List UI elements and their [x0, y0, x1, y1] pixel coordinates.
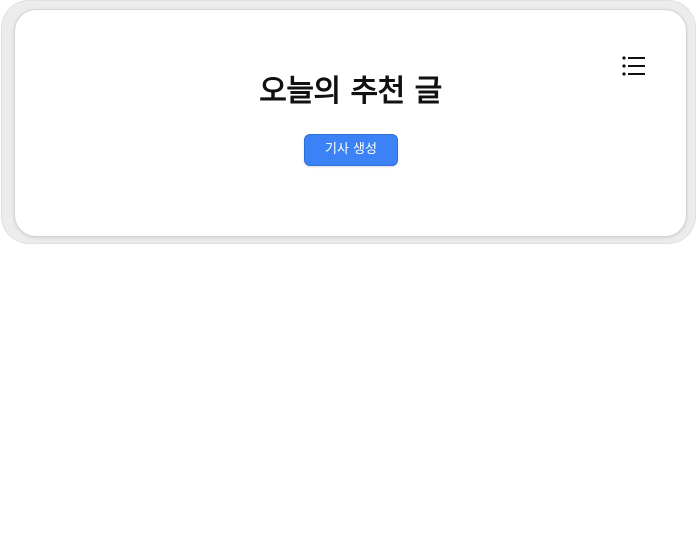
card-shell: 오늘의 추천 글 기사 생성 — [1, 0, 696, 244]
recommendation-card: 오늘의 추천 글 기사 생성 — [14, 9, 687, 237]
generate-article-button[interactable]: 기사 생성 — [304, 134, 398, 166]
page-title: 오늘의 추천 글 — [259, 74, 442, 109]
